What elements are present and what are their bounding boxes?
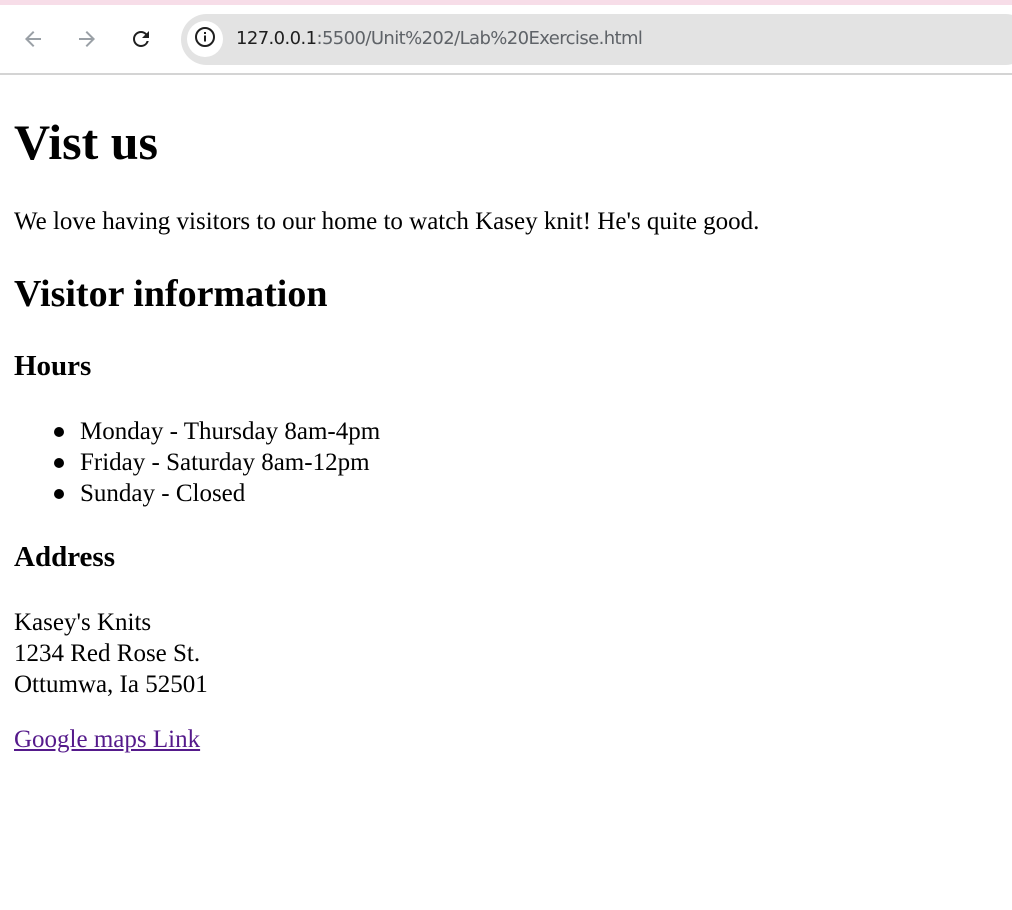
- address-line: 1234 Red Rose St.: [14, 640, 201, 667]
- list-item: Monday - Thursday 8am-4pm: [54, 416, 380, 447]
- arrow-left-icon: [21, 27, 45, 51]
- address-block: Kasey's Knits 1234 Red Rose St. Ottumwa,…: [14, 607, 208, 700]
- forward-button[interactable]: [69, 21, 105, 57]
- url-path: :5500/Unit%202/Lab%20Exercise.html: [316, 28, 643, 49]
- url-text[interactable]: 127.0.0.1:5500/Unit%202/Lab%20Exercise.h…: [236, 27, 643, 51]
- google-maps-link[interactable]: Google maps Link: [14, 725, 200, 755]
- hours-item-text: Monday - Thursday 8am-4pm: [80, 418, 381, 445]
- address-line: Ottumwa, Ia 52501: [14, 671, 208, 698]
- address-line: Kasey's Knits: [14, 609, 152, 636]
- address-heading: Address: [14, 541, 115, 573]
- reload-icon: [129, 27, 153, 51]
- browser-window: 127.0.0.1:5500/Unit%202/Lab%20Exercise.h…: [0, 0, 1012, 910]
- bullet-icon: [54, 427, 64, 437]
- hours-item-text: Sunday - Closed: [80, 480, 246, 507]
- hours-heading: Hours: [14, 350, 92, 382]
- address-bar[interactable]: 127.0.0.1:5500/Unit%202/Lab%20Exercise.h…: [181, 14, 1012, 65]
- back-button[interactable]: [15, 21, 51, 57]
- info-icon: [193, 25, 217, 54]
- hours-list: Monday - Thursday 8am-4pm Friday - Satur…: [54, 416, 380, 509]
- url-host: 127.0.0.1: [236, 28, 317, 49]
- reload-button[interactable]: [123, 21, 159, 57]
- bullet-icon: [54, 458, 64, 468]
- list-item: Sunday - Closed: [54, 478, 380, 509]
- page-title: Vist us: [14, 114, 159, 170]
- bullet-icon: [54, 489, 64, 499]
- page-content: Vist us We love having visitors to our h…: [0, 77, 1012, 910]
- hours-item-text: Friday - Saturday 8am-12pm: [80, 449, 370, 476]
- browser-toolbar: 127.0.0.1:5500/Unit%202/Lab%20Exercise.h…: [0, 5, 1012, 75]
- visitor-information-heading: Visitor information: [14, 273, 328, 315]
- arrow-right-icon: [75, 27, 99, 51]
- site-info-button[interactable]: [187, 21, 223, 57]
- list-item: Friday - Saturday 8am-12pm: [54, 447, 380, 478]
- intro-paragraph: We love having visitors to our home to w…: [14, 208, 760, 235]
